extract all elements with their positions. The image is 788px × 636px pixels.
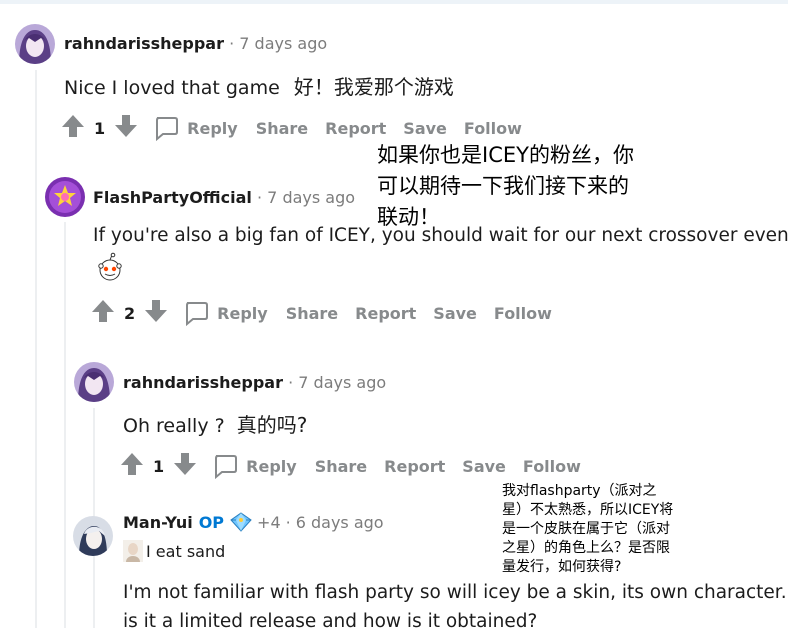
comment-text-line: is it a limited release and how is it ob… [123,611,538,632]
reply-label: Reply [217,303,268,323]
op-badge: OP [198,512,225,532]
translation-line: 星）不太熟悉，所以ICEY将 [502,502,674,518]
downvote-icon[interactable] [113,113,139,143]
comment-text: Oh really ? [123,415,225,437]
translation-annotation: 如果你也是ICEY的粉丝，你 可以期待一下我们接下来的 联动！ [377,140,634,233]
thread-line[interactable] [64,222,66,628]
translation-line: 可以期待一下我们接下来的 [377,174,629,198]
translation-line: 如果你也是ICEY的粉丝，你 [377,143,634,167]
award-count: +4 [257,512,281,532]
comment-body: Oh really ? 真的吗? [123,409,307,438]
flair-icon [123,540,143,562]
comment-text: If you're also a big fan of ICEY, you sh… [93,225,788,246]
translation-line: 是一个皮肤在属于它（派对 [502,521,670,537]
award-icon [230,512,252,532]
reply-button[interactable]: Reply [153,115,238,141]
comment-actions: 2 Reply Share Report Save Follow [90,298,569,328]
comment-text-line: I'm not familiar with flash party so wil… [123,582,787,603]
report-button[interactable]: Report [325,119,386,138]
comment-body: I'm not familiar with flash party so wil… [123,578,787,636]
share-button[interactable]: Share [315,457,367,476]
comment-meta: Man-Yui OP +4 · 6 days ago [123,512,384,532]
comment-bubble-icon [215,455,238,479]
report-button[interactable]: Report [355,304,416,323]
comment-meta: FlashPartyOfficial · 7 days ago [93,188,355,207]
separator: · [285,512,291,532]
follow-button[interactable]: Follow [523,457,581,476]
comment-body: If you're also a big fan of ICEY, you sh… [93,225,788,246]
comment-actions: 1 Reply Share Report Save Follow [60,113,539,143]
avatar[interactable] [73,516,113,556]
upvote-icon[interactable] [60,113,86,143]
reply-button[interactable]: Reply [212,453,297,479]
comment-body: Nice I loved that game 好！我爱那个游戏 [64,71,454,100]
comment-meta: rahndarissheppar · 7 days ago [64,34,327,53]
save-button[interactable]: Save [403,119,447,138]
comment-bubble-icon [156,117,179,141]
snoo-emoji-icon [95,252,125,286]
reply-label: Reply [246,456,297,476]
upvote-icon[interactable] [90,298,116,328]
comment-bubble-icon [186,302,209,326]
share-button[interactable]: Share [286,304,338,323]
separator: · [256,188,263,207]
separator: · [288,373,294,392]
translation-annotation: 我对flashparty（派对之 星）不太熟悉，所以ICEY将 是一个皮肤在属于… [502,482,673,577]
reply-button[interactable]: Reply [183,300,268,326]
username[interactable]: FlashPartyOfficial [93,188,252,207]
translation-inline: 好！我爱那个游戏 [293,75,454,99]
avatar[interactable] [45,177,85,217]
username[interactable]: rahndarissheppar [123,373,283,392]
top-border [0,0,788,4]
share-button[interactable]: Share [256,119,308,138]
avatar[interactable] [15,24,55,64]
downvote-icon[interactable] [172,451,198,481]
timestamp[interactable]: 7 days ago [267,188,355,207]
vote-count: 1 [94,118,106,138]
upvote-icon[interactable] [119,451,145,481]
username[interactable]: Man-Yui [123,513,193,532]
timestamp[interactable]: 6 days ago [296,513,384,532]
comment-text: Nice I loved that game [64,77,280,99]
translation-line: 量发行，如何获得? [502,559,622,575]
comment-actions: 1 Reply Share Report Save Follow [119,451,598,481]
follow-button[interactable]: Follow [494,304,552,323]
save-button[interactable]: Save [433,304,477,323]
flair-text: I eat sand [146,541,226,561]
translation-inline: 真的吗? [236,413,308,437]
follow-button[interactable]: Follow [464,119,522,138]
timestamp[interactable]: 7 days ago [239,34,327,53]
user-flair: I eat sand [123,540,225,562]
thread-line[interactable] [35,70,37,628]
translation-line: 我对flashparty（派对之 [502,483,657,499]
downvote-icon[interactable] [143,298,169,328]
vote-count: 2 [124,303,136,323]
comment-meta: rahndarissheppar · 7 days ago [123,373,386,392]
separator: · [229,34,235,53]
username[interactable]: rahndarissheppar [64,34,224,53]
reply-label: Reply [187,118,238,138]
translation-line: 之星）的角色上么？是否限 [502,540,670,556]
report-button[interactable]: Report [384,457,445,476]
timestamp[interactable]: 7 days ago [298,373,386,392]
vote-count: 1 [153,456,165,476]
avatar[interactable] [74,362,114,402]
save-button[interactable]: Save [462,457,506,476]
